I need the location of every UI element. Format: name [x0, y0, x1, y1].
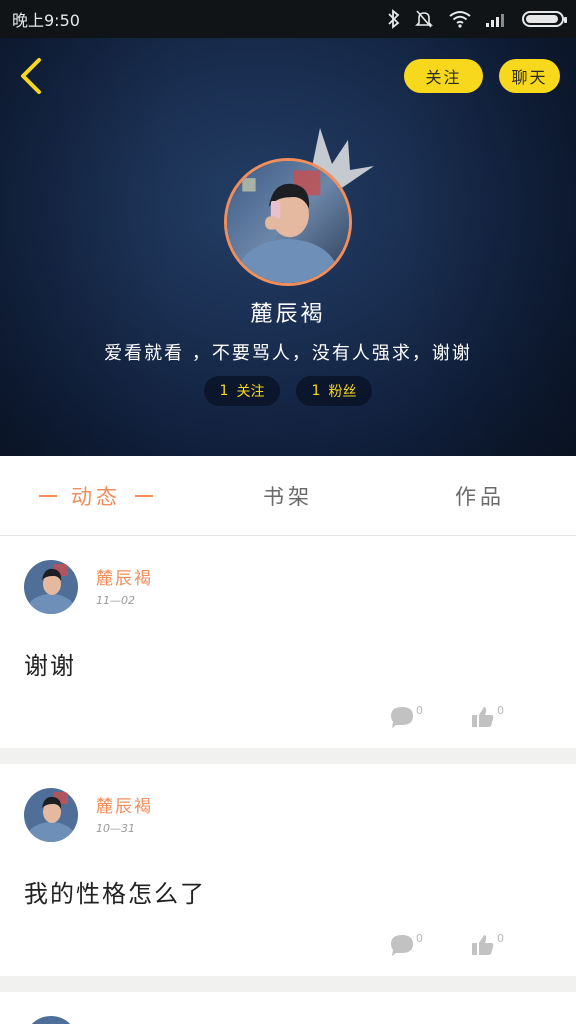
post-actions: 0 0: [390, 704, 504, 728]
comment-icon: [391, 707, 413, 728]
wifi-icon: [448, 10, 472, 28]
comment-icon: [391, 935, 413, 956]
post-card[interactable]: 麓辰褐 10—31 我的性格怎么了 0 0: [0, 764, 576, 976]
tab-works-label: 作品: [455, 484, 505, 509]
follow-button[interactable]: 关注: [404, 59, 483, 93]
feed-divider: [0, 976, 576, 992]
like-button[interactable]: 0: [471, 704, 504, 728]
post-author[interactable]: 麓辰褐: [96, 792, 153, 817]
profile-header: 关注 聊天 麓辰褐 爱看就看 ，不要骂人，没有人强求，谢谢 1 关注 1 粉丝: [0, 38, 576, 456]
comment-button[interactable]: 0: [390, 932, 423, 956]
bluetooth-icon: [388, 9, 400, 29]
signal-icon: [486, 11, 508, 27]
thumbs-up-icon: [472, 935, 494, 955]
post-avatar[interactable]: [24, 560, 78, 614]
post-author[interactable]: 麓辰褐: [96, 564, 153, 589]
tab-indicator-left: [39, 494, 57, 497]
following-label: 关注: [236, 384, 265, 400]
like-button[interactable]: 0: [471, 932, 504, 956]
post-card[interactable]: 麓辰褐 11—02 谢谢 0 0: [0, 536, 576, 748]
chevron-left-icon: [21, 58, 41, 94]
tab-bookshelf-label: 书架: [263, 484, 313, 509]
user-name: 麓辰褐: [250, 302, 326, 327]
mute-bell-icon: [414, 9, 434, 29]
avatar-photo: [24, 788, 78, 842]
back-button[interactable]: [14, 56, 48, 96]
avatar-frame: [224, 158, 352, 286]
post-actions: 0 0: [390, 932, 504, 956]
post-avatar[interactable]: [24, 1016, 78, 1024]
post-avatar[interactable]: [24, 788, 78, 842]
profile-avatar[interactable]: [224, 158, 352, 286]
comment-button[interactable]: 0: [390, 704, 423, 728]
post-content: 谢谢: [24, 652, 76, 680]
avatar-photo: [227, 161, 349, 283]
feed-divider: [0, 748, 576, 764]
following-chip[interactable]: 1 关注: [204, 376, 280, 406]
like-count: 0: [497, 932, 504, 945]
like-count: 0: [497, 704, 504, 717]
tab-indicator-right: [135, 494, 153, 497]
comment-count: 0: [416, 932, 423, 945]
tab-works[interactable]: 作品: [384, 456, 576, 535]
chat-button[interactable]: 聊天: [499, 59, 560, 93]
fans-chip[interactable]: 1 粉丝: [296, 376, 372, 406]
battery-level-fill: [526, 15, 559, 23]
avatar-photo: [24, 560, 78, 614]
comment-count: 0: [416, 704, 423, 717]
post-content: 我的性格怎么了: [24, 880, 206, 908]
post-card[interactable]: [0, 992, 576, 1024]
avatar-photo: [24, 1016, 78, 1024]
tab-bookshelf[interactable]: 书架: [192, 456, 384, 535]
post-date: 11—02: [96, 594, 135, 607]
following-count: 1: [219, 383, 229, 399]
status-bar: 晚上9:50: [0, 0, 576, 38]
thumbs-up-icon: [472, 707, 494, 727]
status-time: 晚上9:50: [12, 11, 80, 30]
user-bio: 爱看就看 ，不要骂人，没有人强求，谢谢: [104, 343, 472, 364]
tab-dynamics[interactable]: 动态: [0, 456, 192, 535]
status-icons: [388, 9, 567, 29]
battery-icon: [522, 11, 567, 27]
tab-dynamics-label: 动态: [71, 484, 121, 509]
profile-tabs: 动态 书架 作品: [0, 456, 576, 536]
fans-label: 粉丝: [328, 384, 357, 400]
post-date: 10—31: [96, 822, 135, 835]
fans-count: 1: [311, 383, 321, 399]
